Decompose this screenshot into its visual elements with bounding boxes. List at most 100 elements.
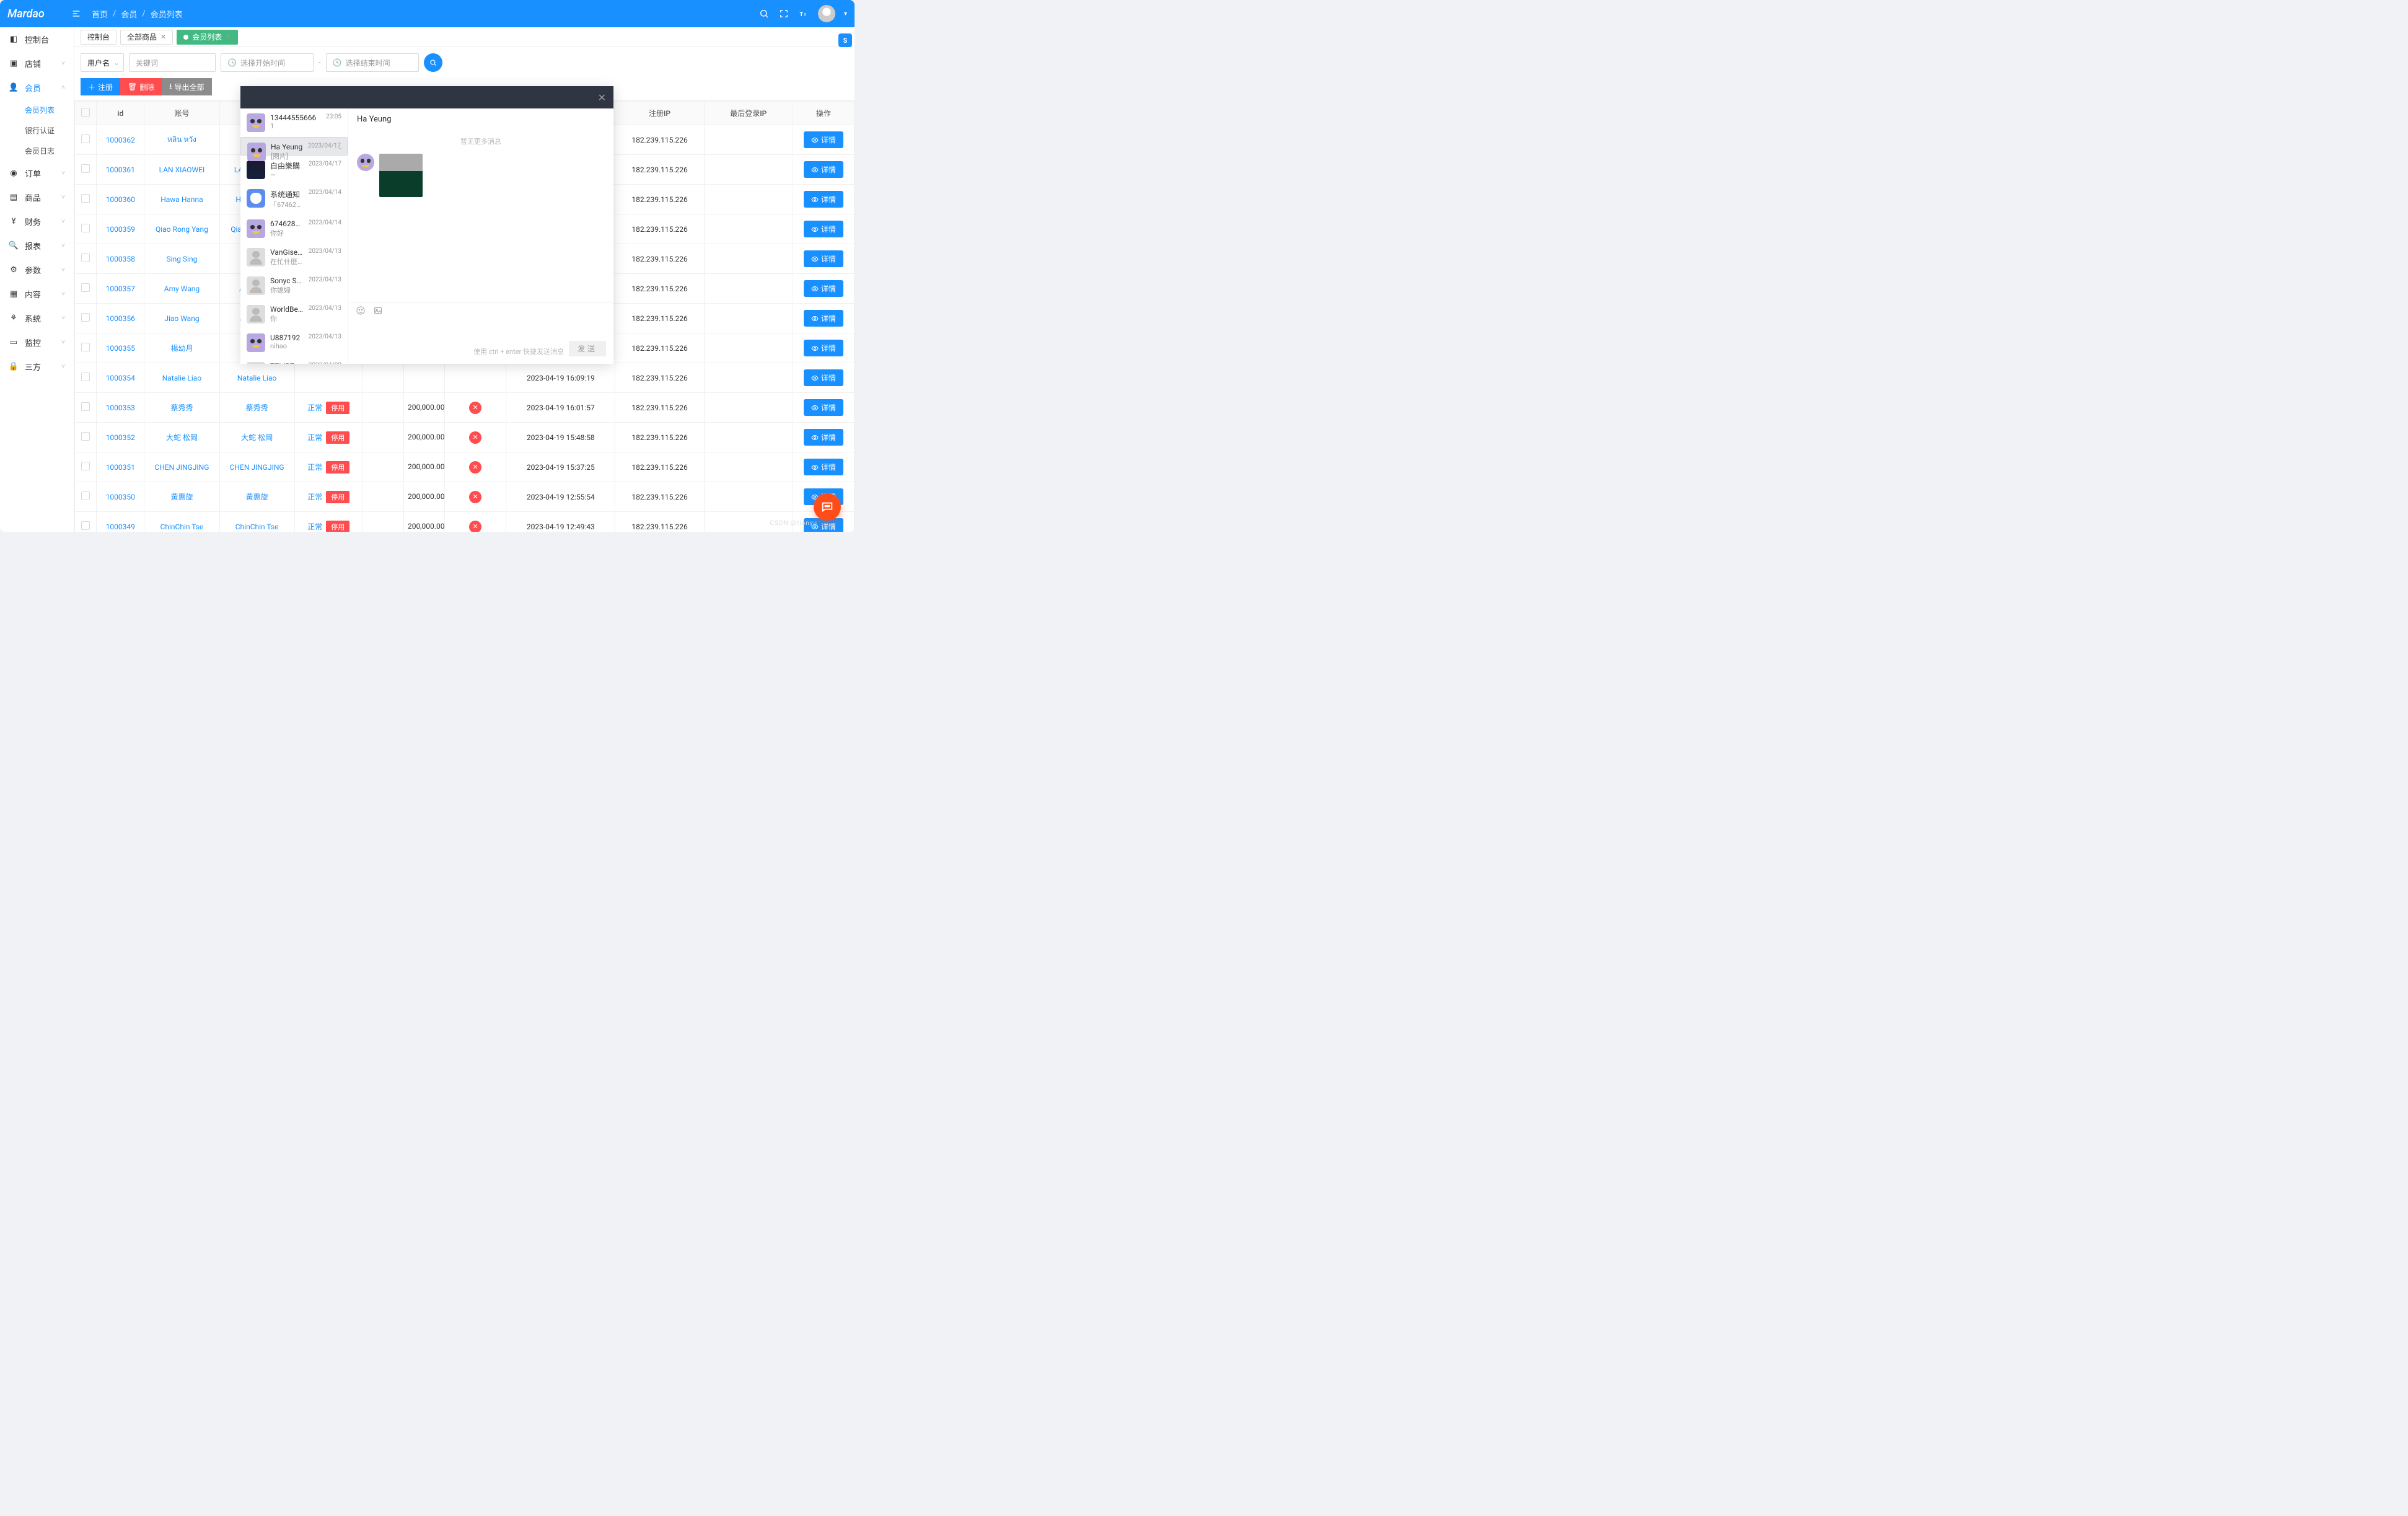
- close-icon[interactable]: ✕: [226, 33, 231, 41]
- search-icon[interactable]: [758, 8, 770, 19]
- id-link[interactable]: 1000352: [97, 423, 144, 452]
- disable-tag[interactable]: 停用: [326, 461, 349, 474]
- id-link[interactable]: 1000351: [97, 452, 144, 482]
- account-link[interactable]: ChinChin Tse: [144, 512, 219, 532]
- side-logo-icon[interactable]: S: [838, 33, 852, 47]
- detail-button[interactable]: 详情: [804, 340, 843, 356]
- row-checkbox[interactable]: [81, 432, 90, 441]
- remove-icon[interactable]: ✕: [469, 491, 481, 503]
- chat-modal-header[interactable]: ✕: [240, 86, 613, 108]
- conversation-item[interactable]: 67462875你好 2023/04/14: [240, 214, 348, 243]
- detail-button[interactable]: 详情: [804, 191, 843, 208]
- nick-link[interactable]: Natalie Liao: [219, 363, 294, 393]
- sidebar-subitem-会员列表[interactable]: 会员列表: [0, 100, 74, 120]
- sidebar-item-内容[interactable]: ▦内容˅: [0, 282, 74, 306]
- disable-tag[interactable]: 停用: [326, 431, 349, 444]
- row-checkbox[interactable]: [81, 313, 90, 322]
- account-link[interactable]: Natalie Liao: [144, 363, 219, 393]
- id-link[interactable]: 1000362: [97, 125, 144, 155]
- row-checkbox[interactable]: [81, 402, 90, 411]
- message-image[interactable]: [379, 154, 423, 197]
- conversation-item[interactable]: Sonyc Store你媳婦 2023/04/13: [240, 271, 348, 300]
- disable-tag[interactable]: 停用: [326, 402, 349, 414]
- sidebar-item-店铺[interactable]: ▣店铺˅: [0, 51, 74, 76]
- sidebar-item-系统[interactable]: ⚘系统˅: [0, 306, 74, 330]
- detail-button[interactable]: 详情: [804, 369, 843, 386]
- fontsize-icon[interactable]: TT: [798, 8, 809, 19]
- sidebar-item-监控[interactable]: ▭监控˅: [0, 330, 74, 355]
- id-link[interactable]: 1000358: [97, 244, 144, 274]
- id-link[interactable]: 1000355: [97, 333, 144, 363]
- conversation-item[interactable]: 134445556661 23:05: [240, 108, 348, 137]
- user-avatar[interactable]: [818, 5, 835, 22]
- detail-button[interactable]: 详情: [804, 161, 843, 178]
- conversation-item[interactable]: VanGise Store在忙什麼呢 2023/04/13: [240, 243, 348, 271]
- send-button[interactable]: 发送: [569, 341, 606, 356]
- select-all-checkbox[interactable]: [81, 108, 90, 117]
- sidebar-item-财务[interactable]: ¥财务˅: [0, 209, 74, 234]
- account-link[interactable]: 蔡秀秀: [144, 393, 219, 423]
- conversation-item[interactable]: U887192nihao 2023/04/13: [240, 328, 348, 357]
- row-checkbox[interactable]: [81, 283, 90, 292]
- id-link[interactable]: 1000359: [97, 214, 144, 244]
- account-link[interactable]: หลิน หวัง: [144, 125, 219, 155]
- id-link[interactable]: 1000354: [97, 363, 144, 393]
- chat-fab[interactable]: [814, 493, 841, 521]
- chat-input[interactable]: 使用 ctrl + enter 快捷发送消息 发送: [348, 320, 613, 364]
- row-checkbox[interactable]: [81, 521, 90, 530]
- nick-link[interactable]: ChinChin Tse: [219, 512, 294, 532]
- remove-icon[interactable]: ✕: [469, 521, 481, 532]
- remove-icon[interactable]: ✕: [469, 431, 481, 444]
- keyword-input[interactable]: 关键词: [129, 53, 216, 72]
- id-link[interactable]: 1000353: [97, 393, 144, 423]
- account-link[interactable]: Qiao Rong Yang: [144, 214, 219, 244]
- sidebar-item-参数[interactable]: ⚙参数˅: [0, 258, 74, 282]
- id-link[interactable]: 1000361: [97, 155, 144, 185]
- account-link[interactable]: 楊幼月: [144, 333, 219, 363]
- conversation-item[interactable]: WorldBelly ...你 2023/04/13: [240, 300, 348, 328]
- id-link[interactable]: 1000356: [97, 304, 144, 333]
- sidebar-item-商品[interactable]: ▤商品˅: [0, 185, 74, 209]
- breadcrumb-item[interactable]: 会员列表: [151, 8, 183, 20]
- nick-link[interactable]: 蔡秀秀: [219, 393, 294, 423]
- detail-button[interactable]: 详情: [804, 459, 843, 475]
- id-link[interactable]: 1000350: [97, 482, 144, 512]
- sidebar-item-订单[interactable]: ◉订单˅: [0, 161, 74, 185]
- account-link[interactable]: 大蛇 松岡: [144, 423, 219, 452]
- id-link[interactable]: 1000360: [97, 185, 144, 214]
- detail-button[interactable]: 详情: [804, 250, 843, 267]
- nick-link[interactable]: 大蛇 松岡: [219, 423, 294, 452]
- image-icon[interactable]: [373, 306, 383, 318]
- id-link[interactable]: 1000349: [97, 512, 144, 532]
- conversation-item[interactable]: Ha Yeung[图片] 2023/04/17: [240, 137, 348, 156]
- add-button[interactable]: ＋ 注册: [81, 78, 120, 95]
- disable-tag[interactable]: 停用: [326, 491, 349, 503]
- detail-button[interactable]: 详情: [804, 310, 843, 327]
- tab-全部商品[interactable]: 全部商品✕: [120, 30, 173, 45]
- account-link[interactable]: 黃惠旋: [144, 482, 219, 512]
- remove-icon[interactable]: ✕: [469, 461, 481, 474]
- row-checkbox[interactable]: [81, 491, 90, 500]
- sidebar-item-控制台[interactable]: ◧控制台: [0, 27, 74, 51]
- conversation-item[interactable]: 系统通知「67462875」进行了提现，... 2023/04/14: [240, 184, 348, 214]
- breadcrumb-item[interactable]: 首页: [92, 8, 108, 20]
- sidebar-item-报表[interactable]: 🔍报表˅: [0, 234, 74, 258]
- search-button[interactable]: [424, 53, 442, 72]
- detail-button[interactable]: 详情: [804, 131, 843, 148]
- disable-tag[interactable]: 停用: [326, 521, 349, 532]
- nick-link[interactable]: CHEN JINGJING: [219, 452, 294, 482]
- row-checkbox[interactable]: [81, 194, 90, 203]
- id-link[interactable]: 1000357: [97, 274, 144, 304]
- account-link[interactable]: Jiao Wang: [144, 304, 219, 333]
- start-date-input[interactable]: 🕓选择开始时间: [221, 53, 314, 72]
- nick-link[interactable]: 黃惠旋: [219, 482, 294, 512]
- fullscreen-icon[interactable]: [778, 8, 789, 19]
- delete-button[interactable]: 🗑 删除: [120, 78, 162, 95]
- row-checkbox[interactable]: [81, 224, 90, 232]
- detail-button[interactable]: 详情: [804, 429, 843, 446]
- remove-icon[interactable]: ✕: [469, 402, 481, 414]
- account-link[interactable]: LAN XIAOWEI: [144, 155, 219, 185]
- account-link[interactable]: Sing Sing: [144, 244, 219, 274]
- row-checkbox[interactable]: [81, 462, 90, 470]
- close-icon[interactable]: ✕: [160, 33, 166, 41]
